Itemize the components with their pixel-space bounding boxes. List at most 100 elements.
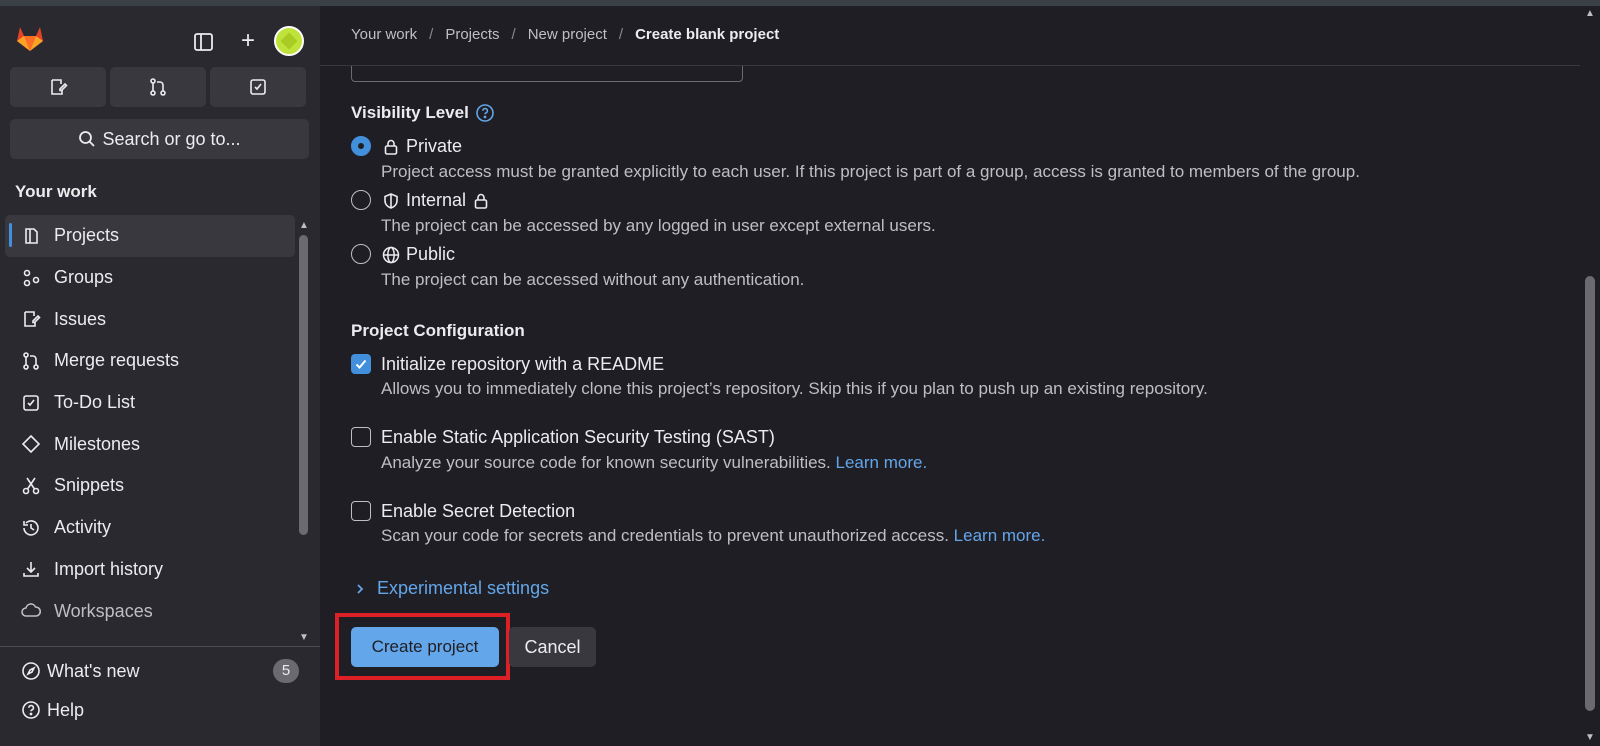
project-icon: [20, 225, 42, 247]
scroll-up-icon[interactable]: ▲: [298, 221, 310, 231]
visibility-level-heading: Visibility Level: [351, 103, 495, 123]
breadcrumb-separator: /: [511, 26, 516, 43]
issues-icon: [20, 308, 42, 330]
whats-new-label: What's new: [47, 660, 140, 681]
sidebar-nav: Projects Groups Issues Merge requests To…: [5, 215, 295, 632]
visibility-private-label[interactable]: Private: [381, 136, 462, 157]
sidebar-item-todo-list[interactable]: To-Do List: [5, 382, 295, 424]
sidebar-item-label: Projects: [54, 225, 120, 246]
visibility-private-description: Project access must be granted explicitl…: [381, 162, 1360, 181]
create-project-button[interactable]: Create project: [351, 627, 499, 667]
sidebar-item-label: To-Do List: [54, 392, 136, 413]
search-label: Search or go to...: [102, 128, 241, 149]
help-icon: [20, 699, 42, 721]
sidebar-section-title: Your work: [15, 182, 97, 201]
visibility-private-radio[interactable]: [351, 136, 371, 156]
sidebar-item-label: Workspaces: [54, 600, 153, 621]
sidebar-item-merge-requests[interactable]: Merge requests: [5, 340, 295, 382]
whats-new-link[interactable]: What's new: [20, 660, 139, 682]
breadcrumb-your-work[interactable]: Your work: [351, 26, 417, 43]
enable-secret-detection-checkbox[interactable]: [351, 501, 371, 521]
milestone-icon: [20, 433, 42, 455]
enable-sast-description: Analyze your source code for known secur…: [381, 453, 927, 473]
sidebar-scroll-thumb[interactable]: [299, 235, 308, 535]
cancel-button[interactable]: Cancel: [509, 627, 596, 667]
breadcrumb-projects[interactable]: Projects: [445, 26, 499, 43]
visibility-internal-radio[interactable]: [351, 190, 371, 210]
globe-icon: [381, 245, 401, 265]
search-button[interactable]: Search or go to...: [10, 119, 309, 159]
project-configuration-heading: Project Configuration: [351, 321, 525, 340]
breadcrumb-separator: /: [618, 26, 624, 43]
merge-request-icon: [20, 350, 42, 372]
visibility-internal-label[interactable]: Internal: [381, 190, 490, 211]
enable-secret-detection-description: Scan your code for secrets and credentia…: [381, 526, 1045, 546]
todo-icon: [20, 392, 42, 414]
learn-more-link[interactable]: Learn more.: [954, 526, 1046, 545]
sidebar-item-label: Import history: [54, 558, 164, 579]
shield-icon: [381, 191, 401, 211]
issues-icon: [51, 79, 68, 95]
lock-icon: [381, 137, 401, 157]
sidebar-item-label: Activity: [54, 517, 112, 538]
sidebar-item-issues[interactable]: Issues: [5, 298, 295, 340]
assigned-issues-button[interactable]: [10, 67, 106, 107]
learn-more-link[interactable]: Learn more.: [836, 453, 928, 472]
description-text: Scan your code for secrets and credentia…: [381, 526, 949, 545]
sidebar-item-activity[interactable]: Activity: [5, 507, 295, 549]
avatar[interactable]: [274, 26, 304, 56]
todo-icon: [250, 79, 266, 95]
experimental-settings-label: Experimental settings: [377, 578, 550, 598]
breadcrumb: Your work / Projects / New project / Cre…: [351, 26, 779, 43]
scroll-up-icon[interactable]: ▲: [1584, 8, 1596, 19]
sidebar-item-projects[interactable]: Projects: [5, 215, 295, 257]
download-icon: [20, 558, 42, 580]
page-scroll-thumb[interactable]: [1585, 276, 1595, 711]
whats-new-count-badge: 5: [273, 659, 299, 683]
sidebar-item-import-history[interactable]: Import history: [5, 549, 295, 591]
history-icon: [20, 517, 42, 539]
compass-icon: [20, 660, 42, 682]
help-icon[interactable]: [475, 103, 495, 123]
lock-icon: [472, 192, 490, 210]
merge-requests-button[interactable]: [110, 67, 206, 107]
cloud-icon: [20, 600, 42, 622]
sidebar-divider: [0, 646, 320, 647]
sidebar-item-workspaces[interactable]: Workspaces: [5, 590, 295, 632]
merge-request-icon: [150, 78, 166, 96]
breadcrumb-new-project[interactable]: New project: [528, 26, 607, 43]
sidebar-scrollbar[interactable]: ▲ ▼: [298, 221, 310, 643]
scroll-down-icon[interactable]: ▼: [1584, 732, 1596, 743]
scroll-down-icon[interactable]: ▼: [298, 633, 310, 643]
sidebar-toggle-icon[interactable]: [192, 30, 216, 54]
enable-secret-detection-label[interactable]: Enable Secret Detection: [381, 501, 575, 522]
breadcrumb-separator: /: [429, 26, 434, 43]
visibility-internal-description: The project can be accessed by any logge…: [381, 216, 936, 235]
initialize-readme-description: Allows you to immediately clone this pro…: [381, 379, 1208, 398]
visibility-level-title: Visibility Level: [351, 103, 469, 122]
sidebar-item-milestones[interactable]: Milestones: [5, 423, 295, 465]
option-label: Private: [406, 136, 463, 156]
initialize-readme-checkbox[interactable]: [351, 354, 371, 374]
breadcrumb-current[interactable]: Create blank project: [635, 26, 779, 43]
sidebar-item-groups[interactable]: Groups: [5, 257, 295, 299]
todo-button[interactable]: [210, 67, 306, 107]
initialize-readme-label[interactable]: Initialize repository with a README: [381, 354, 664, 375]
visibility-public-description: The project can be accessed without any …: [381, 270, 805, 289]
experimental-settings-toggle[interactable]: Experimental settings: [355, 578, 549, 599]
group-icon: [20, 267, 42, 289]
page-scrollbar[interactable]: ▲ ▼: [1580, 6, 1600, 746]
visibility-public-radio[interactable]: [351, 244, 371, 264]
snippet-icon: [20, 475, 42, 497]
sidebar-item-label: Groups: [54, 267, 114, 288]
enable-sast-label[interactable]: Enable Static Application Security Testi…: [381, 427, 775, 448]
sidebar-header: +: [0, 6, 320, 66]
help-link[interactable]: Help: [20, 699, 84, 721]
gitlab-logo-icon[interactable]: [14, 22, 46, 54]
check-icon: [355, 359, 367, 369]
sidebar-item-snippets[interactable]: Snippets: [5, 465, 295, 507]
visibility-public-label[interactable]: Public: [381, 244, 455, 265]
enable-sast-checkbox[interactable]: [351, 427, 371, 447]
create-new-plus-icon[interactable]: +: [236, 28, 260, 54]
breadcrumb-bar: Your work / Projects / New project / Cre…: [320, 6, 1580, 66]
